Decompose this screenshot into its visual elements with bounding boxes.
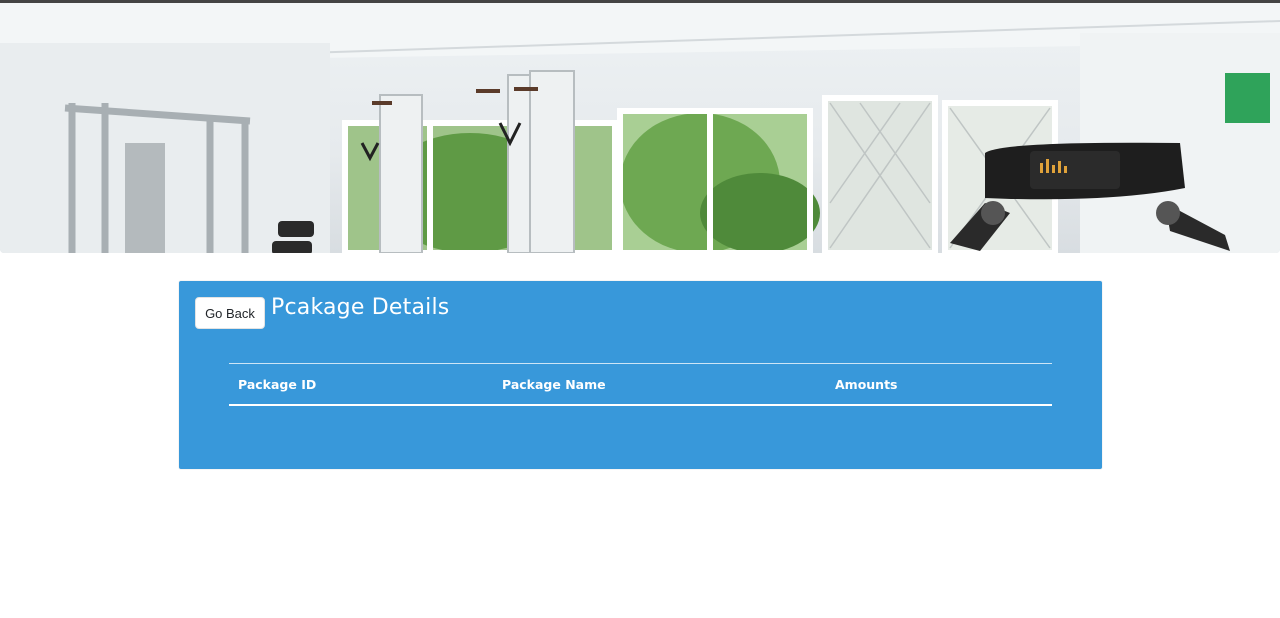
go-back-button[interactable]: Go Back [195,297,265,329]
page-title: Pcakage Details [271,295,450,320]
packages-table: Package ID Package Name Amounts [229,363,1052,406]
gym-interior-image [0,3,1280,253]
table-header-row: Package ID Package Name Amounts [229,363,1052,406]
package-details-panel: Go Back Pcakage Details Package ID Packa… [179,281,1102,469]
hero-banner [0,3,1280,253]
column-header-amounts: Amounts [826,363,1052,406]
column-header-package-name: Package Name [493,363,826,406]
column-header-package-id: Package ID [229,363,493,406]
